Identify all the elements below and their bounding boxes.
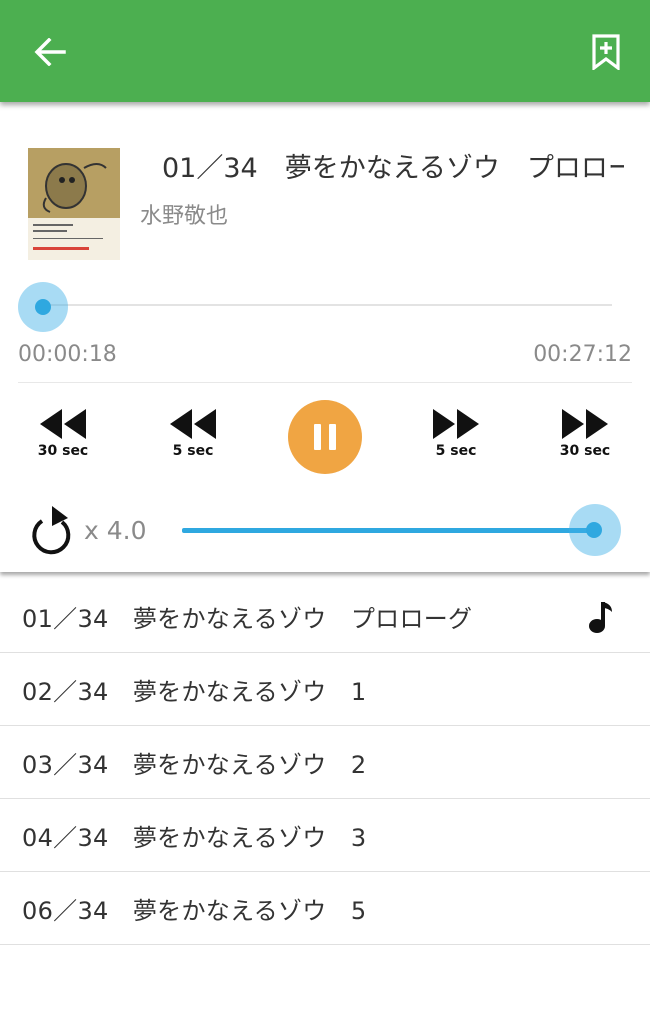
forward-5-label: 5 sec bbox=[435, 443, 477, 459]
total-duration: 00:27:12 bbox=[533, 342, 632, 367]
add-bookmark-button[interactable] bbox=[584, 28, 628, 76]
player-panel: 01／34 夢をかなえるゾウ プロローグ 水野敬也 00:00:18 00:27… bbox=[0, 102, 650, 572]
rewind-30-button[interactable]: 30 sec bbox=[18, 407, 108, 467]
forward-30-label: 30 sec bbox=[559, 443, 611, 459]
elapsed-time: 00:00:18 bbox=[18, 342, 117, 367]
pause-icon bbox=[314, 424, 321, 450]
app-bar bbox=[0, 0, 650, 102]
playlist-item-label: 02／34 夢をかなえるゾウ 1 bbox=[22, 677, 367, 706]
playlist-item[interactable]: 03／34 夢をかなえるゾウ 2 bbox=[0, 726, 650, 799]
playlist-item[interactable]: 01／34 夢をかなえるゾウ プロローグ bbox=[0, 580, 650, 653]
track-author: 水野敬也 bbox=[140, 204, 229, 229]
playlist-item[interactable]: 02／34 夢をかなえるゾウ 1 bbox=[0, 653, 650, 726]
fast-forward-icon bbox=[433, 409, 479, 439]
arrow-left-icon bbox=[34, 38, 66, 66]
pause-button[interactable] bbox=[288, 400, 362, 474]
seek-thumb[interactable] bbox=[35, 299, 51, 315]
divider bbox=[18, 382, 632, 383]
repeat-icon bbox=[32, 506, 71, 555]
forward-30-button[interactable]: 30 sec bbox=[540, 407, 630, 467]
forward-5-button[interactable]: 5 sec bbox=[411, 407, 501, 467]
rewind-5-button[interactable]: 5 sec bbox=[148, 407, 238, 467]
playlist-item-label: 04／34 夢をかなえるゾウ 3 bbox=[22, 823, 367, 852]
playlist-item-label: 01／34 夢をかなえるゾウ プロローグ bbox=[22, 604, 473, 633]
playlist: 01／34 夢をかなえるゾウ プロローグ 02／34 夢をかなえるゾウ 1 03… bbox=[0, 580, 650, 945]
playlist-item-label: 03／34 夢をかなえるゾウ 2 bbox=[22, 750, 367, 779]
speed-label: x 4.0 bbox=[84, 516, 147, 545]
album-cover bbox=[28, 148, 120, 260]
rewind-5-label: 5 sec bbox=[172, 443, 214, 459]
seek-bar-track[interactable] bbox=[42, 304, 612, 306]
fast-forward-icon bbox=[562, 409, 608, 439]
back-button[interactable] bbox=[28, 30, 72, 74]
playlist-item-label: 06／34 夢をかなえるゾウ 5 bbox=[22, 896, 367, 925]
playlist-item[interactable]: 06／34 夢をかなえるゾウ 5 bbox=[0, 872, 650, 945]
bookmark-add-icon bbox=[592, 34, 620, 70]
fast-rewind-icon bbox=[170, 409, 216, 439]
repeat-button[interactable] bbox=[26, 500, 76, 558]
playlist-item[interactable]: 04／34 夢をかなえるゾウ 3 bbox=[0, 799, 650, 872]
speed-slider-track[interactable] bbox=[182, 528, 594, 533]
fast-rewind-icon bbox=[40, 409, 86, 439]
music-note-icon bbox=[589, 602, 612, 633]
track-title: 01／34 夢をかなえるゾウ プロローグ bbox=[162, 153, 624, 184]
speed-thumb[interactable] bbox=[586, 522, 602, 538]
rewind-30-label: 30 sec bbox=[37, 443, 89, 459]
